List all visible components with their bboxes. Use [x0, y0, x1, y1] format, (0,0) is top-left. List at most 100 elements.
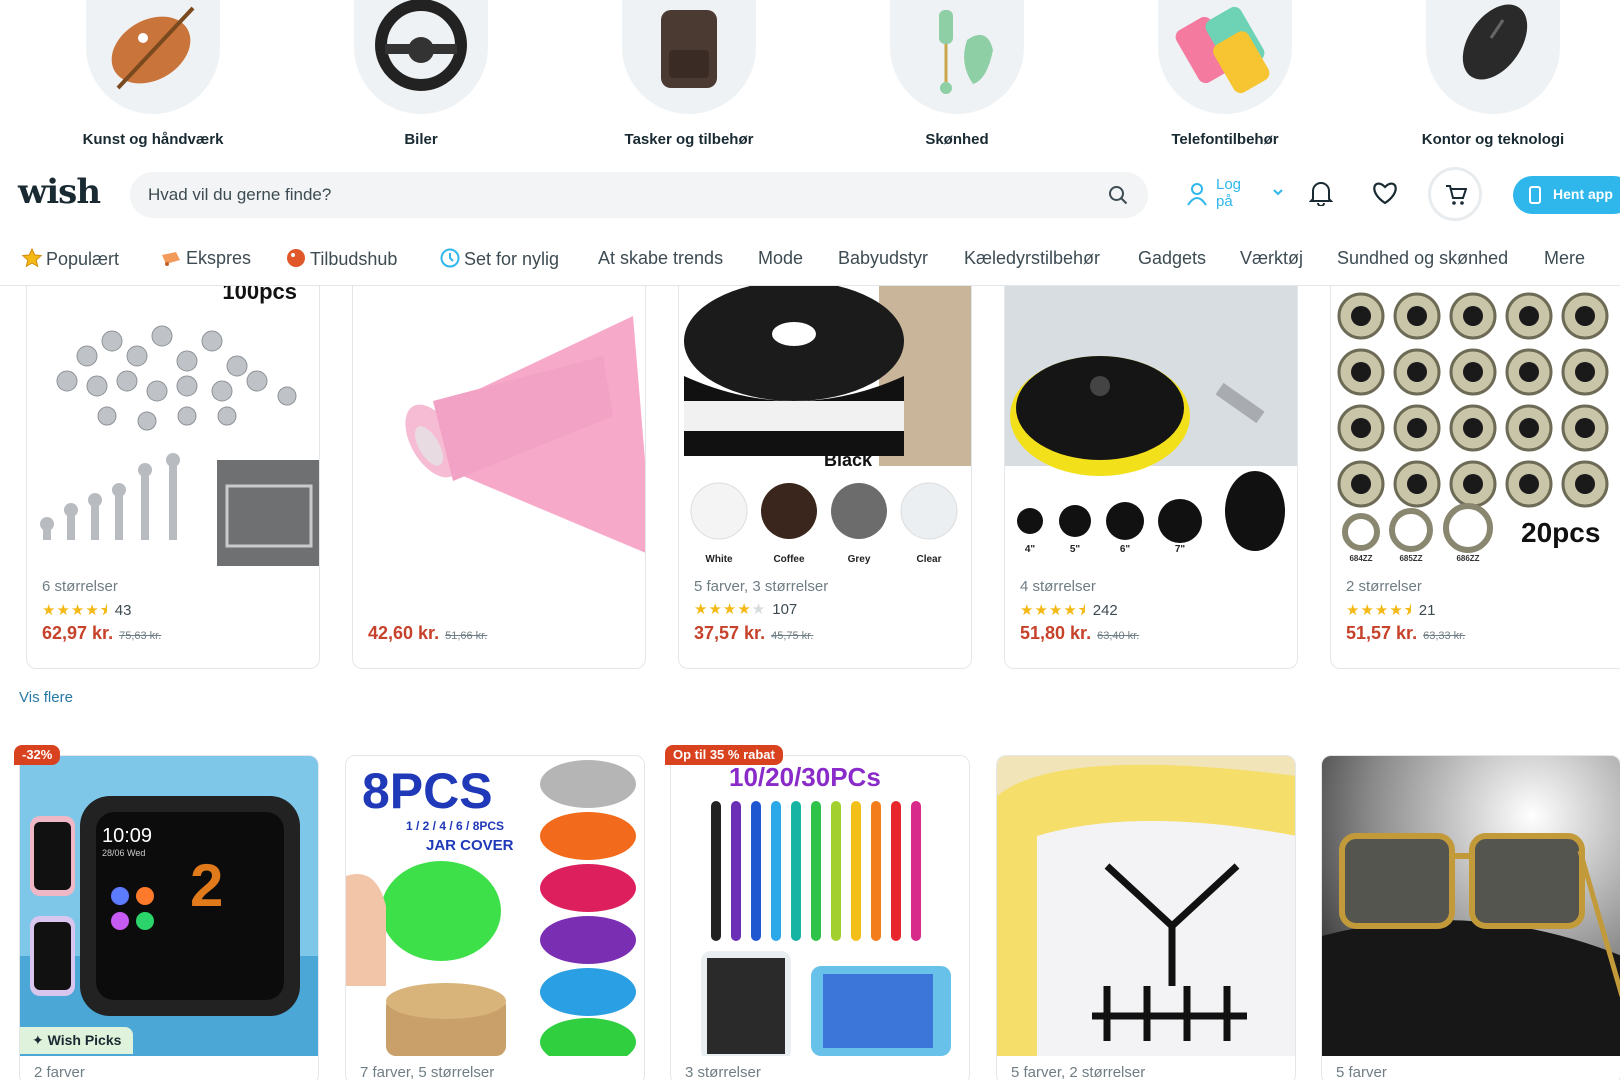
category-office-tech[interactable]: Kontor og teknologi: [1368, 0, 1618, 148]
product-card[interactable]: 42,60 kr. 51,66 kr.: [352, 286, 646, 669]
svg-text:1 / 2 / 4 / 6 / 8PCS: 1 / 2 / 4 / 6 / 8PCS: [406, 819, 504, 833]
nav-item-baby[interactable]: Babyudstyr: [838, 248, 928, 269]
product-image[interactable]: 10/20/30PCs: [671, 756, 969, 1056]
old-price: 51,66 kr.: [445, 630, 488, 642]
product-price: 37,57 kr. 45,75 kr.: [694, 623, 813, 644]
watch-time: 10:09: [102, 825, 152, 847]
old-price: 63,40 kr.: [1097, 630, 1140, 642]
category-phone-accessories[interactable]: Telefontilbehør: [1100, 0, 1350, 148]
nav-item-more[interactable]: Mere: [1544, 248, 1585, 269]
nav-item-trends[interactable]: At skabe trends: [598, 248, 723, 269]
product-image[interactable]: [1322, 756, 1620, 1056]
svg-text:5": 5": [1070, 544, 1081, 555]
product-image[interactable]: 8PCS 1 / 2 / 4 / 6 / 8PCS JAR COVER: [346, 756, 644, 1056]
get-app-button[interactable]: Hent app: [1513, 176, 1620, 214]
product-card[interactable]: 8PCS 1 / 2 / 4 / 6 / 8PCS JAR COVER 7 fa…: [345, 755, 645, 1080]
search-icon[interactable]: [1108, 185, 1128, 205]
nav-item-gadgets[interactable]: Gadgets: [1138, 248, 1206, 269]
clock-icon: [440, 248, 460, 268]
svg-text:JAR COVER: JAR COVER: [426, 837, 514, 854]
discount-badge: -32%: [14, 745, 61, 765]
product-card[interactable]: 5 farver: [1321, 755, 1620, 1080]
nav-item-label: Tilbudshub: [310, 249, 398, 269]
product-variants: 7 farver, 5 størrelser: [360, 1064, 495, 1080]
product-image[interactable]: 10:09 28/06 Wed 2: [20, 756, 318, 1056]
svg-text:White: White: [705, 554, 733, 565]
rating-stars: ★★★★★ 107: [694, 601, 798, 618]
category-cars[interactable]: Biler: [296, 0, 546, 148]
cart-button[interactable]: [1428, 167, 1482, 221]
palette-icon: [86, 0, 220, 114]
category-label: Kunst og håndværk: [82, 131, 224, 148]
user-icon: [1187, 183, 1207, 206]
category-label: Tasker og tilbehør: [624, 131, 754, 148]
steering-wheel-icon: [354, 0, 488, 114]
product-variants: 3 størrelser: [685, 1064, 761, 1080]
nav-item-popular[interactable]: Populært: [22, 248, 119, 270]
login-button[interactable]: Log på: [1186, 174, 1283, 214]
wish-picks-label: ✦ Wish Picks: [20, 1027, 134, 1054]
svg-text:684ZZ: 684ZZ: [1349, 554, 1372, 563]
see-more-link[interactable]: Vis flere: [19, 689, 73, 706]
product-card[interactable]: 20pcs 684ZZ 685ZZ 686ZZ 2 størrelser ★★★…: [1330, 286, 1620, 669]
product-image[interactable]: 4" 5" 6" 7": [1005, 286, 1297, 566]
product-price: 42,60 kr. 51,66 kr.: [368, 623, 487, 644]
rating-stars: ★★★★⯨ 242: [1020, 602, 1118, 619]
search-input[interactable]: [148, 172, 1068, 218]
login-label[interactable]: Log på: [1216, 176, 1256, 210]
svg-text:685ZZ: 685ZZ: [1399, 554, 1422, 563]
nav-item-deals[interactable]: Tilbudshub: [286, 248, 397, 270]
old-price: 45,75 kr.: [771, 630, 814, 642]
product-card[interactable]: 4" 5" 6" 7" 4 størrelser ★★★★⯨ 242 51,80 …: [1004, 286, 1298, 669]
truck-icon: [162, 252, 180, 266]
product-card[interactable]: Black White Coffee Grey Clear 5 farver, …: [678, 286, 972, 669]
product-image[interactable]: [997, 756, 1295, 1056]
jade-roller-icon: [890, 0, 1024, 114]
category-bags[interactable]: Tasker og tilbehør: [564, 0, 814, 148]
rating-stars: ★★★★⯨ 43: [42, 602, 132, 619]
current-price: 42,60 kr.: [368, 623, 440, 643]
nav-item-recently-viewed[interactable]: Set for nylig: [440, 248, 559, 270]
svg-text:Grey: Grey: [848, 554, 871, 565]
review-count: 242: [1092, 602, 1118, 619]
image-caption: 20pcs: [1521, 517, 1600, 548]
product-image[interactable]: [353, 286, 645, 566]
cart-icon: [1446, 185, 1467, 205]
current-price: 37,57 kr.: [694, 623, 766, 643]
product-image[interactable]: Black White Coffee Grey Clear: [679, 286, 971, 566]
product-price: 51,80 kr. 63,40 kr.: [1020, 623, 1139, 644]
current-price: 51,57 kr.: [1346, 623, 1418, 643]
current-price: 62,97 kr.: [42, 623, 114, 643]
chevron-down-icon[interactable]: [1272, 188, 1284, 196]
nav-item-fashion[interactable]: Mode: [758, 248, 803, 269]
category-arts-crafts[interactable]: Kunst og håndværk: [28, 0, 278, 148]
product-image[interactable]: 100pcs: [27, 286, 319, 566]
product-variants: 5 farver: [1336, 1064, 1387, 1080]
svg-text:Clear: Clear: [916, 554, 941, 565]
product-image[interactable]: 20pcs 684ZZ 685ZZ 686ZZ: [1331, 286, 1620, 566]
category-beauty[interactable]: Skønhed: [832, 0, 1082, 148]
product-card[interactable]: 10:09 28/06 Wed 2 ✦ Wish Picks 2 farver: [19, 755, 319, 1080]
product-price: 51,57 kr. 63,33 kr.: [1346, 623, 1465, 644]
nav-item-health-beauty[interactable]: Sundhed og skønhed: [1337, 248, 1508, 269]
nav-item-pets[interactable]: Kæledyrstilbehør: [964, 248, 1100, 269]
svg-text:6": 6": [1120, 544, 1131, 555]
product-price: 62,97 kr. 75,63 kr.: [42, 623, 161, 644]
get-app-label: Hent app: [1553, 186, 1613, 202]
category-label: Skønhed: [925, 131, 989, 148]
nav-item-label: Set for nylig: [464, 249, 560, 269]
category-label: Biler: [404, 131, 438, 148]
rating-stars: ★★★★⯨ 21: [1346, 602, 1436, 619]
nav-item-express[interactable]: Ekspres: [160, 248, 251, 269]
wish-logo[interactable]: wish: [18, 172, 101, 212]
product-card[interactable]: 10/20/30PCs 3 størrelser: [670, 755, 970, 1080]
product-card[interactable]: 5 farver, 2 størrelser: [996, 755, 1296, 1080]
category-label: Telefontilbehør: [1171, 131, 1279, 148]
bell-icon[interactable]: [1309, 180, 1333, 206]
nav-item-label: Ekspres: [186, 248, 252, 268]
heart-icon[interactable]: [1371, 181, 1399, 205]
product-card[interactable]: 100pcs 6 størrelser ★★★★⯨ 43 62,97 kr. 7…: [26, 286, 320, 669]
nav-item-tools[interactable]: Værktøj: [1240, 248, 1303, 269]
search-bar[interactable]: [130, 172, 1148, 218]
review-count: 21: [1418, 602, 1436, 619]
